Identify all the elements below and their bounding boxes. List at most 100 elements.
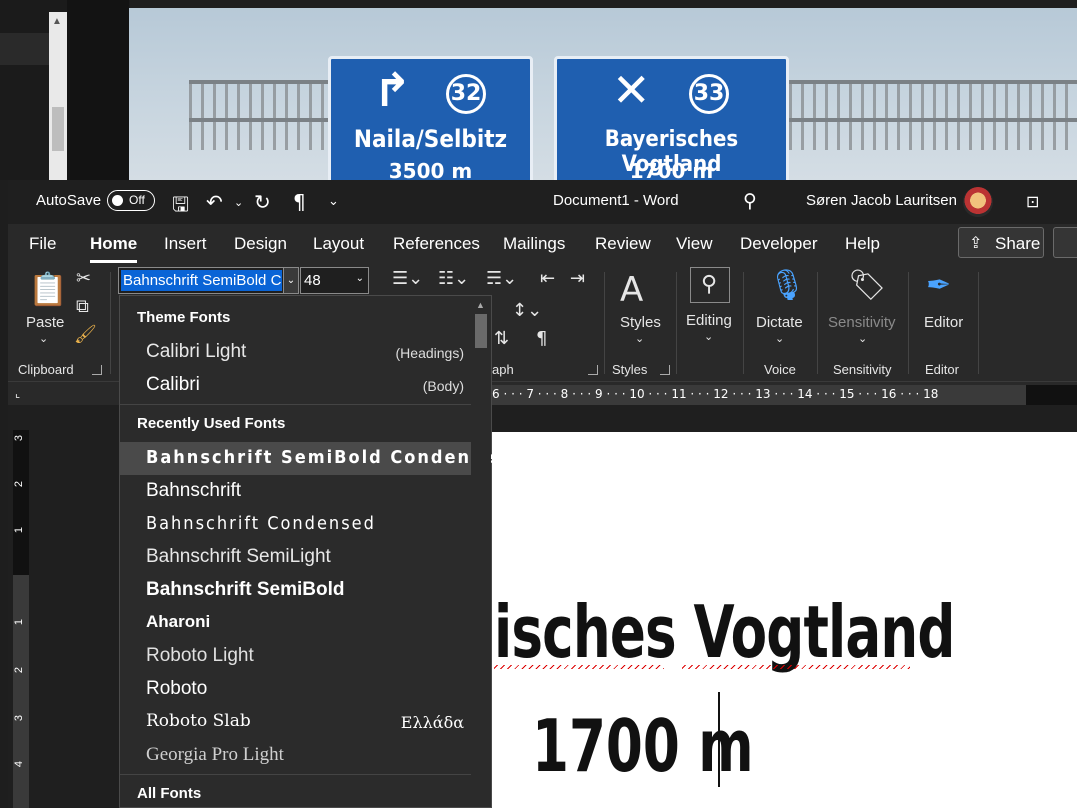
scrollbar-thumb[interactable]	[475, 314, 487, 348]
sort-icon[interactable]: ⇅	[494, 328, 509, 349]
dictate-button-label[interactable]: Dictate	[756, 314, 803, 331]
document-text-line-2[interactable]: 1700 m	[532, 704, 754, 788]
group-divider	[908, 272, 909, 374]
group-divider	[110, 272, 111, 374]
tab-file[interactable]: File	[29, 234, 56, 254]
paste-icon[interactable]: 📋	[28, 270, 68, 308]
editor-button-label[interactable]: Editor	[924, 314, 963, 331]
gantry-railing-right	[789, 80, 1077, 150]
search-icon[interactable]: ⚲	[743, 190, 757, 212]
font-option-calibri[interactable]: Calibri (Body)	[120, 369, 472, 402]
tab-selector-icon[interactable]: ⌞	[15, 387, 31, 403]
font-name-input[interactable]: Bahnschrift SemiBold Condensed	[121, 270, 282, 291]
dictate-dropdown-icon[interactable]: ⌄	[775, 332, 784, 345]
paragraph-group-label: aph	[492, 362, 514, 377]
spelling-error-underline[interactable]	[682, 665, 910, 669]
font-size-combobox[interactable]: 48 ⌄	[300, 267, 369, 294]
tab-developer[interactable]: Developer	[740, 234, 818, 254]
tab-insert[interactable]: Insert	[164, 234, 207, 254]
font-option-bahnschrift[interactable]: Bahnschrift	[120, 475, 472, 508]
editing-button-label[interactable]: Editing	[686, 312, 732, 329]
font-list-scrollbar[interactable]: ▲	[471, 296, 491, 807]
increase-indent-icon[interactable]: ⇥	[570, 268, 585, 289]
format-painter-icon[interactable]: 🖌	[74, 324, 97, 345]
user-name[interactable]: Søren Jacob Lauritsen	[806, 192, 957, 209]
road-sign-right: ✕ 33 Bayerisches Vogtland 1700 m	[554, 56, 789, 180]
paste-dropdown-icon[interactable]: ⌄	[39, 332, 48, 345]
font-option-roboto-light[interactable]: Roboto Light	[120, 640, 472, 673]
undo-dropdown-icon[interactable]: ⌄	[234, 196, 243, 209]
styles-dropdown-icon[interactable]: ⌄	[635, 332, 644, 345]
font-name-dropdown-icon[interactable]: ⌄	[283, 268, 298, 293]
document-page[interactable]: isches Vogtland 1700 m	[492, 432, 1077, 808]
font-option-bahnschrift-condensed[interactable]: Bahnschrift Condensed	[120, 508, 472, 541]
paragraph-launcher-icon[interactable]	[588, 365, 598, 375]
sensitivity-dropdown-icon[interactable]: ⌄	[858, 332, 867, 345]
tab-home[interactable]: Home	[90, 234, 138, 263]
spelling-error-underline[interactable]	[494, 665, 664, 669]
decrease-indent-icon[interactable]: ⇤	[540, 268, 555, 289]
road-sign-left: ↱ 32 Naila/Selbitz 3500 m	[328, 56, 533, 180]
section-divider	[120, 404, 472, 405]
font-size-input[interactable]: 48	[304, 272, 321, 289]
font-option-bahnschrift-semibold-condensed[interactable]: Bahnschrift SemiBold Condensed	[120, 442, 507, 475]
background-scrollbar[interactable]: ▲	[49, 12, 67, 180]
tab-design[interactable]: Design	[234, 234, 287, 254]
ruler-number: 3	[13, 434, 26, 442]
vertical-ruler[interactable]: 3 2 1 1 2 3 4	[13, 430, 29, 808]
editing-icon-frame[interactable]: ⚲	[690, 267, 730, 303]
scroll-up-icon[interactable]: ▲	[52, 16, 62, 27]
share-button[interactable]: ⇪ Share	[958, 227, 1044, 258]
cut-icon[interactable]: ✂	[76, 268, 91, 289]
save-icon[interactable]: 🖫	[172, 190, 189, 224]
font-option-bahnschrift-semibold[interactable]: Bahnschrift SemiBold	[120, 574, 472, 607]
styles-button-label[interactable]: Styles	[620, 314, 661, 331]
tab-layout[interactable]: Layout	[313, 234, 364, 254]
comments-button[interactable]	[1053, 227, 1077, 258]
multilevel-list-icon[interactable]: ☴⌄	[486, 268, 517, 289]
font-option-roboto[interactable]: Roboto	[120, 673, 472, 706]
sensitivity-button-label[interactable]: Sensitivity	[828, 314, 896, 331]
tab-references[interactable]: References	[393, 234, 480, 254]
ribbon-display-icon[interactable]: ⊡	[1026, 192, 1039, 211]
font-name-combobox[interactable]: Bahnschrift SemiBold Condensed ⌄	[118, 267, 299, 294]
microphone-icon[interactable]: 🎙	[768, 268, 806, 303]
font-option-aharoni[interactable]: Aharoni	[120, 607, 472, 640]
undo-icon[interactable]: ↶	[206, 190, 223, 214]
customize-toolbar-icon[interactable]: ⌄	[328, 194, 339, 209]
paste-button-label[interactable]: Paste	[26, 314, 64, 331]
group-divider	[978, 272, 979, 374]
font-option-roboto-slab[interactable]: Roboto Slab Ελλάδα	[120, 706, 472, 739]
avatar[interactable]	[963, 187, 993, 217]
styles-launcher-icon[interactable]	[660, 365, 670, 375]
tab-review[interactable]: Review	[595, 234, 651, 254]
word-window: AutoSave Off 🖫 ↶ ⌄ ↻ ¶ ⌄ Document1 - Wor…	[8, 180, 1077, 808]
font-option-calibri-light[interactable]: Calibri Light (Headings)	[120, 336, 472, 369]
tab-mailings[interactable]: Mailings	[503, 234, 565, 254]
numbering-icon[interactable]: ☷⌄	[438, 268, 469, 289]
horizontal-ruler[interactable]: 6 · · · 7 · · · 8 · · · 9 · · · 10 · · ·…	[492, 385, 1077, 405]
font-dropdown-list[interactable]: Theme Fonts Calibri Light (Headings) Cal…	[119, 295, 507, 808]
autosave-toggle[interactable]: Off	[107, 190, 155, 211]
font-option-tag: (Body)	[422, 378, 464, 394]
document-text-line-1[interactable]: isches Vogtland	[494, 590, 955, 674]
scrollbar-thumb[interactable]	[52, 107, 64, 151]
copy-icon[interactable]: ⧉	[76, 296, 89, 317]
font-option-bahnschrift-semilight[interactable]: Bahnschrift SemiLight	[120, 541, 472, 574]
scroll-up-icon[interactable]: ▲	[476, 300, 485, 310]
editing-dropdown-icon[interactable]: ⌄	[704, 330, 713, 343]
font-option-georgia-pro-light[interactable]: Georgia Pro Light	[120, 739, 472, 772]
clipboard-launcher-icon[interactable]	[92, 365, 102, 375]
font-size-dropdown-icon[interactable]: ⌄	[356, 273, 364, 284]
editor-icon[interactable]: ✒	[926, 268, 951, 303]
show-hide-icon[interactable]: ¶	[536, 328, 547, 349]
show-formatting-icon[interactable]: ¶	[293, 190, 306, 214]
sensitivity-icon[interactable]: 🏷	[848, 268, 886, 303]
gantry-bar	[789, 80, 1077, 84]
line-spacing-icon[interactable]: ↕⌄	[512, 300, 542, 321]
styles-icon[interactable]: A	[620, 270, 643, 310]
redo-icon[interactable]: ↻	[254, 190, 271, 214]
bullets-icon[interactable]: ☰⌄	[392, 268, 423, 289]
tab-view[interactable]: View	[676, 234, 713, 254]
tab-help[interactable]: Help	[845, 234, 880, 254]
